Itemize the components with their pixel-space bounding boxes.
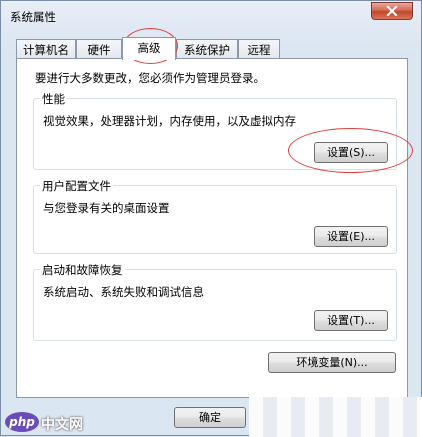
advanced-panel: 要进行大多数更改，您必须作为管理员登录。 性能 视觉效果，处理器计划，内存使用，… — [16, 58, 408, 398]
performance-group: 性能 视觉效果，处理器计划，内存使用，以及虚拟内存 设置(S)... — [33, 91, 397, 170]
performance-settings-button[interactable]: 设置(S)... — [314, 142, 388, 163]
startup-recovery-group: 启动和故障恢复 系统启动、系统失败和调试信息 设置(T)... — [33, 262, 397, 341]
user-profiles-title: 用户配置文件 — [40, 178, 113, 194]
tab-advanced[interactable]: 高级 — [122, 37, 176, 60]
tab-system-protection[interactable]: 系统保护 — [176, 39, 238, 58]
close-icon — [386, 6, 398, 16]
performance-title: 性能 — [40, 91, 67, 107]
user-profiles-group: 用户配置文件 与您登录有关的桌面设置 设置(E)... — [33, 178, 397, 254]
close-button[interactable] — [371, 2, 413, 20]
window-title: 系统属性 — [10, 10, 56, 24]
system-properties-window: 系统属性 计算机名 硬件 高级 系统保护 远程 要进行大多数更改，您必须作为管理… — [0, 0, 422, 437]
watermark-text: 中文网 — [41, 417, 83, 433]
startup-recovery-settings-button[interactable]: 设置(T)... — [314, 310, 388, 331]
admin-notice: 要进行大多数更改，您必须作为管理员登录。 — [35, 71, 265, 85]
performance-description: 视觉效果，处理器计划，内存使用，以及虚拟内存 — [43, 114, 296, 128]
tab-remote[interactable]: 远程 — [238, 39, 280, 58]
startup-recovery-description: 系统启动、系统失败和调试信息 — [43, 285, 204, 299]
user-profiles-settings-button[interactable]: 设置(E)... — [314, 226, 388, 247]
watermark-logo: php — [5, 412, 39, 432]
title-bar[interactable]: 系统属性 — [1, 1, 421, 31]
watermark: php 中文网 — [1, 407, 111, 437]
tab-computer-name[interactable]: 计算机名 — [16, 39, 76, 58]
ok-button[interactable]: 确定 — [174, 407, 246, 428]
tab-hardware[interactable]: 硬件 — [76, 39, 122, 58]
user-profiles-description: 与您登录有关的桌面设置 — [43, 201, 170, 215]
mosaic-overlay — [249, 397, 422, 437]
environment-variables-button[interactable]: 环境变量(N)... — [268, 352, 396, 373]
startup-recovery-title: 启动和故障恢复 — [40, 262, 125, 278]
